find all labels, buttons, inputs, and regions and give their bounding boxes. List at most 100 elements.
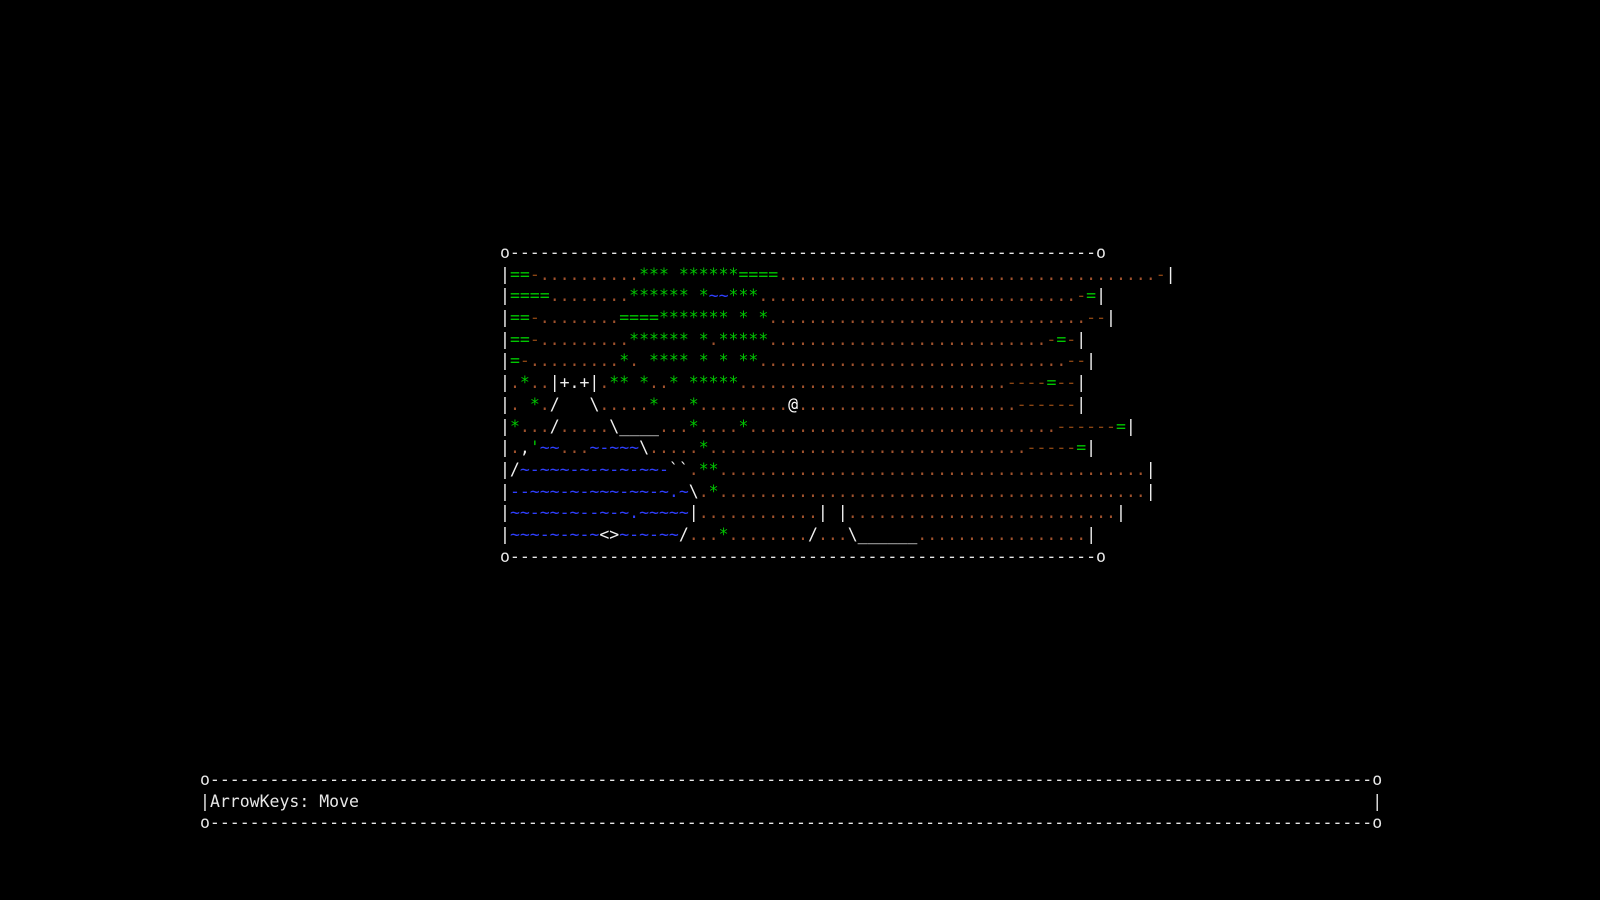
map-tile: *: [708, 481, 719, 501]
map-tile: .........: [698, 394, 789, 414]
map-tile: .....: [649, 438, 699, 458]
game-map: o---------------------------------------…: [500, 242, 1176, 567]
help-left-edge: |: [200, 791, 210, 811]
map-row: |.,'~~...~-~~~\.....*...................…: [500, 437, 1176, 459]
map-tile: ......................................: [778, 264, 1156, 284]
map-tile: *: [688, 394, 699, 414]
map-row: |. *./ \.....*...*.........@............…: [500, 394, 1176, 416]
map-tile: ~-~~~-~-~-~-~~-: [519, 459, 669, 479]
map-tile: /: [678, 524, 689, 544]
map-tile: **: [698, 459, 719, 479]
map-tile: |: [1086, 524, 1097, 544]
map-tile: *: [649, 394, 659, 414]
map-tile: ~-~-~~: [619, 524, 679, 544]
map-row: |/~-~~~-~-~-~-~~-``.**..................…: [500, 459, 1176, 481]
map-tile: .: [629, 351, 640, 371]
map-tile: ====: [509, 286, 550, 306]
map-row: |~~-~~-~--~-~.~~~~~|............| |.....…: [500, 502, 1176, 524]
map-tile: .................: [917, 524, 1087, 544]
map-tile: [560, 395, 590, 414]
map-tile: ............................: [768, 329, 1047, 349]
map-tile: ~~~-~-~-~: [509, 524, 600, 544]
map-tile: /: [808, 524, 818, 544]
map-tile: -: [519, 351, 530, 371]
map-tile: ****: [649, 351, 689, 371]
map-tile: ...........................: [847, 503, 1116, 523]
map-tile: -: [1155, 264, 1166, 284]
map-tile: [669, 265, 679, 284]
map-tile: *: [639, 373, 650, 393]
map-tile: ....: [698, 416, 739, 436]
map-tile: ...: [559, 438, 590, 458]
map-tile: |: [1096, 286, 1107, 306]
map-tile: [679, 373, 689, 392]
map-tile: ~: [678, 481, 689, 501]
map-tile: |: [1115, 503, 1126, 523]
map-tile: .: [708, 329, 719, 349]
map-tile: =: [1086, 286, 1097, 306]
map-tile: |: [500, 286, 510, 306]
map-tile: --~~~-~-~~~-~~-~.: [509, 481, 679, 501]
map-tile: [689, 286, 699, 305]
map-tile: =: [1046, 373, 1057, 393]
map-tile: |: [1145, 459, 1156, 479]
map-tile: .: [599, 373, 610, 393]
map-tile: ...............................: [748, 416, 1057, 436]
map-tile: ==: [509, 329, 530, 349]
map-tile: .: [509, 394, 530, 414]
map-tile: ...: [658, 394, 689, 414]
map-tile: ................................: [708, 438, 1027, 458]
map-tile: .....: [559, 416, 610, 436]
map-tile: --: [1086, 308, 1107, 328]
map-tile: \______: [847, 524, 918, 544]
map-tile: |: [500, 373, 510, 393]
map-tile: *: [738, 308, 749, 328]
map-tile: \: [688, 481, 699, 501]
map-tile: --: [1066, 351, 1087, 371]
map-tile: |: [500, 438, 510, 458]
map-tile: *: [529, 394, 540, 414]
map-tile: \: [639, 438, 650, 458]
map-tile: -----: [1026, 438, 1077, 458]
map-tile: |: [1125, 416, 1136, 436]
map-tile: |: [1106, 308, 1116, 328]
map-tile: |: [500, 329, 510, 349]
map-tile: ***: [639, 264, 669, 284]
map-tile: ........: [549, 286, 630, 306]
map-tile: |: [1086, 438, 1097, 458]
map-row: |====........****** *~~***..............…: [500, 285, 1176, 307]
map-tile: ----: [1006, 373, 1047, 393]
map-tile: |+.+|: [549, 373, 600, 393]
map-tile: ......................: [798, 394, 1017, 414]
map-tile: .....: [599, 394, 650, 414]
map-tile: |: [688, 503, 699, 523]
map-tile: ==: [509, 308, 530, 328]
map-tile: |: [500, 308, 510, 328]
map-tile: -: [1066, 329, 1077, 349]
map-tile: |/: [500, 459, 520, 479]
map-tile: ........................................…: [718, 481, 1146, 501]
map-tile: ******====: [678, 264, 779, 284]
map-tile: \: [589, 394, 600, 414]
map-tile: *****: [718, 329, 769, 349]
map-tile: ...: [688, 524, 719, 544]
map-tile: |: [500, 416, 510, 436]
map-tile: /: [549, 416, 560, 436]
map-tile: ~~: [539, 438, 560, 458]
map-tile: \____: [609, 416, 659, 436]
map-tile: =: [1115, 416, 1126, 436]
map-tile: |: [1086, 351, 1097, 371]
map-tile: ..: [529, 373, 550, 393]
map-row: |*.../.....\____...*....*...............…: [500, 416, 1176, 438]
map-tile: -: [1076, 286, 1087, 306]
map-tile: ..: [649, 373, 669, 393]
map-tile: ~~-~~-~--~-~.~~~~~: [509, 503, 689, 523]
map-border-bottom: o---------------------------------------…: [500, 546, 1106, 566]
help-row: |ArrowKeys: Move |: [200, 791, 1382, 813]
help-panel: o---------------------------------------…: [200, 769, 1382, 834]
map-tile: ====*******: [619, 308, 729, 328]
map-tile: ***: [728, 286, 759, 306]
map-tile: -: [1046, 329, 1057, 349]
map-tile: ******: [629, 286, 689, 306]
help-border-bottom: o---------------------------------------…: [200, 813, 1383, 833]
